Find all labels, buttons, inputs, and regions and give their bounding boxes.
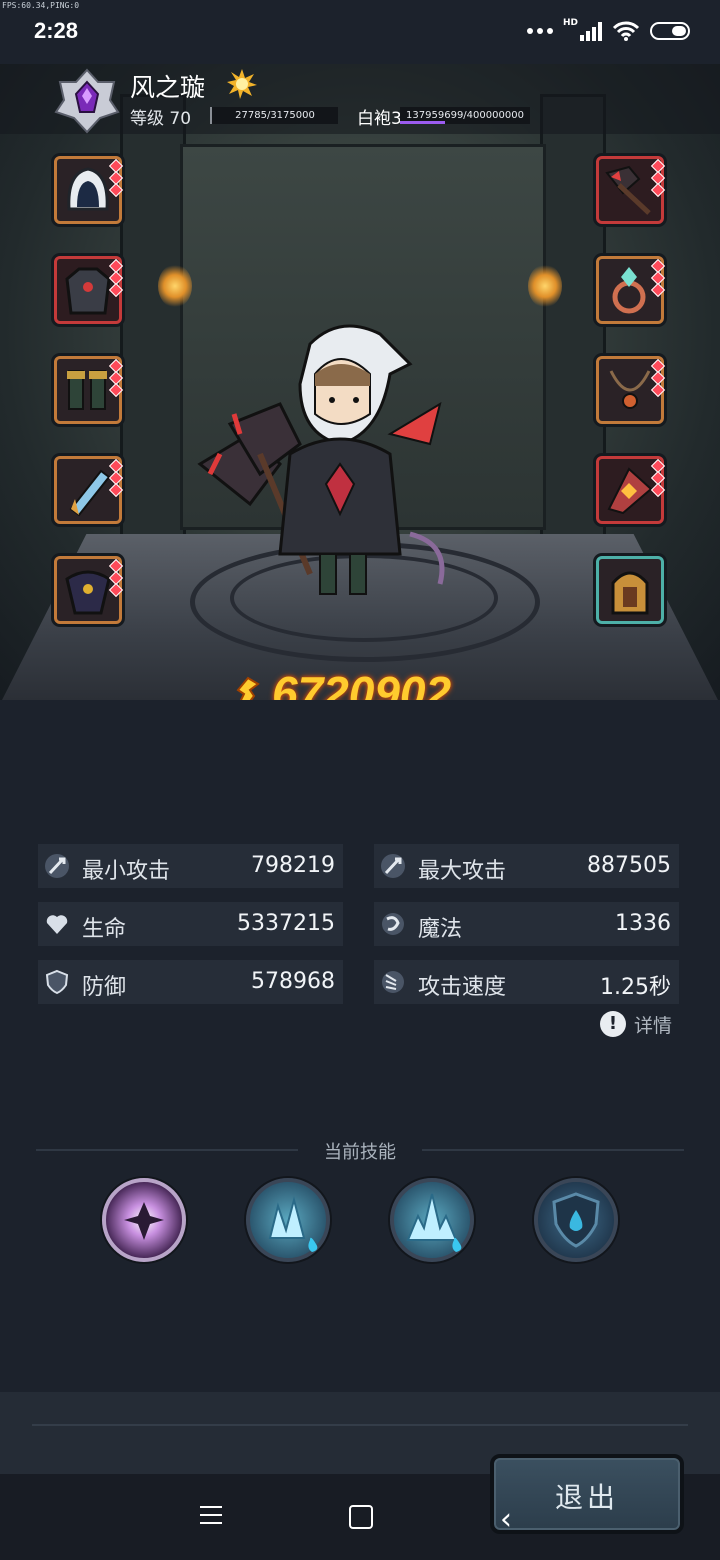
stat-value: 798219 bbox=[251, 853, 335, 878]
more-dots-icon bbox=[526, 28, 553, 34]
exit-label: 退出 bbox=[554, 1481, 619, 1514]
robe-progress-text: 137959699/400000000 bbox=[406, 110, 524, 121]
character-scene: 风之璇 等级 70 27785/3175000 白袍3 137959699/40… bbox=[0, 64, 720, 700]
stat-label: 攻击速度 bbox=[418, 975, 507, 1000]
player-level: 等级 70 bbox=[130, 109, 192, 129]
stat-label: 最大攻击 bbox=[418, 859, 507, 884]
skill-slot-1[interactable] bbox=[102, 1178, 186, 1262]
equip-slot-armor[interactable] bbox=[54, 256, 124, 324]
bottom-divider bbox=[32, 1424, 688, 1426]
stat-value: 1336 bbox=[615, 911, 671, 936]
equip-slot-talisman[interactable] bbox=[596, 456, 666, 524]
robe-rank-label: 白袍3 bbox=[357, 109, 402, 129]
stat-max-attack: 最大攻击 887505 bbox=[374, 844, 679, 888]
sword-icon bbox=[381, 854, 405, 878]
stat-attack-speed: 攻击速度 1.25秒 bbox=[374, 960, 679, 1004]
hero-character bbox=[197, 324, 445, 595]
equip-slot-helm[interactable] bbox=[596, 556, 664, 624]
signal-icon bbox=[580, 21, 602, 41]
status-bar: 2:28 HD bbox=[0, 0, 720, 64]
battery-icon bbox=[650, 22, 690, 40]
lamp-right-icon bbox=[528, 264, 562, 308]
stat-label: 生命 bbox=[82, 917, 127, 942]
ice-crystal-skill-icon bbox=[268, 1196, 318, 1252]
stat-defense: 防御 578968 bbox=[38, 960, 343, 1004]
details-button[interactable]: ! 详情 bbox=[600, 1010, 672, 1038]
dark-burst-skill-icon bbox=[124, 1202, 164, 1240]
shield-icon bbox=[45, 969, 69, 995]
stat-label: 最小攻击 bbox=[82, 859, 171, 884]
water-shield-skill-icon bbox=[552, 1192, 600, 1248]
equip-slot-necklace[interactable] bbox=[596, 356, 666, 424]
stat-value: 1.25秒 bbox=[600, 975, 671, 1000]
skills-title: 当前技能 bbox=[324, 1142, 396, 1163]
skills-header: 当前技能 bbox=[36, 1138, 684, 1163]
stat-hp: 生命 5337215 bbox=[38, 902, 343, 946]
wifi-icon bbox=[612, 21, 640, 41]
heart-icon bbox=[46, 915, 68, 934]
skill-slot-4[interactable] bbox=[534, 1178, 618, 1262]
player-name: 风之璇 bbox=[130, 73, 206, 102]
player-header: 风之璇 等级 70 27785/3175000 白袍3 137959699/40… bbox=[0, 64, 720, 134]
sun-title-icon bbox=[227, 69, 257, 99]
golden-helm-icon bbox=[611, 571, 649, 615]
exp-bar: 27785/3175000 bbox=[210, 107, 338, 124]
speed-icon bbox=[382, 971, 404, 993]
status-icons: HD bbox=[526, 18, 690, 42]
stat-label: 防御 bbox=[82, 975, 127, 1000]
magic-icon bbox=[382, 913, 404, 935]
stat-mp: 魔法 1336 bbox=[374, 902, 679, 946]
equip-slot-ring[interactable] bbox=[596, 256, 666, 324]
equip-slot-weapon[interactable] bbox=[596, 156, 666, 224]
stat-value: 887505 bbox=[587, 853, 671, 878]
pillar-left bbox=[120, 94, 186, 560]
exit-button[interactable]: 退出 bbox=[490, 1454, 684, 1534]
combat-power: 6720902 bbox=[230, 664, 490, 700]
skill-slot-3[interactable] bbox=[390, 1178, 474, 1262]
clock: 2:28 bbox=[34, 18, 79, 43]
power-fist-icon bbox=[236, 676, 260, 700]
equip-slot-bracer[interactable] bbox=[54, 456, 124, 524]
info-icon: ! bbox=[600, 1011, 626, 1037]
lamp-left-icon bbox=[158, 264, 192, 308]
rank-badge-icon bbox=[54, 68, 120, 134]
equip-slot-boots[interactable] bbox=[54, 356, 124, 424]
equip-slot-cloak[interactable] bbox=[54, 556, 124, 624]
details-label: 详情 bbox=[634, 1014, 673, 1037]
stat-value: 5337215 bbox=[237, 911, 335, 936]
combat-power-value: 6720902 bbox=[272, 667, 452, 700]
ice-spike-skill-icon bbox=[406, 1193, 462, 1252]
robe-progress-bar: 137959699/400000000 bbox=[400, 107, 530, 124]
back-icon[interactable]: ‹ bbox=[500, 1502, 512, 1537]
home-icon[interactable] bbox=[349, 1505, 373, 1529]
menu-icon[interactable] bbox=[200, 1506, 222, 1526]
stat-min-attack: 最小攻击 798219 bbox=[38, 844, 343, 888]
skill-slot-2[interactable] bbox=[246, 1178, 330, 1262]
exp-text: 27785/3175000 bbox=[235, 110, 315, 121]
hd-label: HD bbox=[562, 18, 578, 28]
stat-label: 魔法 bbox=[418, 917, 463, 942]
equip-slot-hood[interactable] bbox=[54, 156, 124, 224]
stat-value: 578968 bbox=[251, 969, 335, 994]
sword-icon bbox=[45, 854, 69, 878]
